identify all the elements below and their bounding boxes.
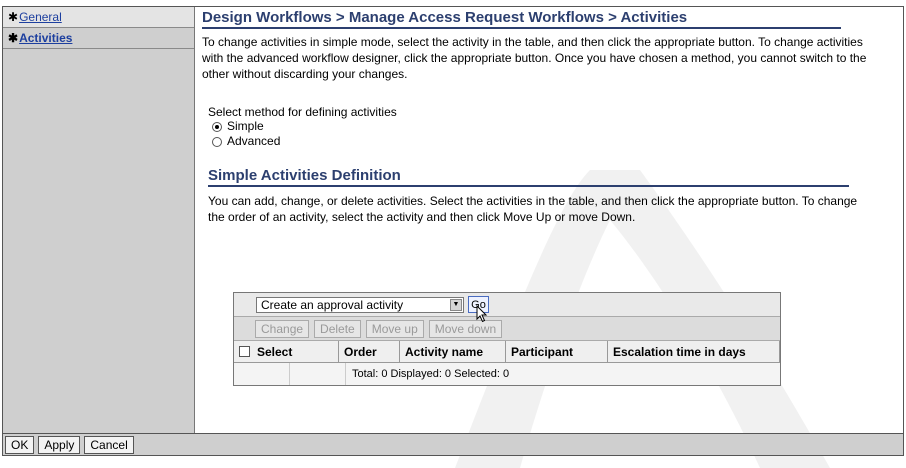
sidebar-item-general[interactable]: ✱General — [3, 7, 194, 28]
table-footer-status: Total: 0 Displayed: 0 Selected: 0 — [352, 368, 510, 380]
section-description: You can add, change, or delete activitie… — [208, 194, 858, 224]
column-order[interactable]: Order — [339, 341, 400, 362]
mouse-cursor-icon — [476, 305, 488, 323]
table-action-row: Create an approval activity ▼ Go — [234, 293, 780, 323]
column-escalation-time[interactable]: Escalation time in days — [608, 341, 780, 362]
sidebar: ✱General ✱Activities — [3, 7, 195, 433]
radio-advanced-label: Advanced — [227, 134, 281, 148]
radio-advanced[interactable] — [212, 136, 222, 147]
main-frame: ✱General ✱Activities Design Workflows > … — [2, 6, 904, 434]
radio-advanced-row[interactable]: Advanced — [212, 134, 902, 149]
section-title: Simple Activities Definition — [208, 167, 849, 187]
column-activity-name[interactable]: Activity name — [400, 341, 506, 362]
page-title: Design Workflows > Manage Access Request… — [202, 9, 841, 29]
page-description: To change activities in simple mode, sel… — [202, 35, 867, 81]
footer-cell — [290, 363, 346, 385]
delete-button[interactable]: Delete — [314, 319, 361, 338]
sidebar-item-general-link[interactable]: General — [19, 10, 62, 24]
action-select[interactable]: Create an approval activity ▼ — [256, 296, 464, 313]
radio-simple[interactable] — [212, 121, 222, 132]
method-label: Select method for defining activities — [208, 105, 397, 119]
activities-table: Create an approval activity ▼ Go Change … — [233, 292, 781, 386]
bullet-icon: ✱ — [8, 10, 19, 24]
cancel-button[interactable]: Cancel — [84, 435, 134, 454]
change-button[interactable]: Change — [255, 319, 310, 338]
column-select-label: Select — [257, 344, 293, 359]
dropdown-arrow-icon[interactable]: ▼ — [450, 298, 462, 311]
bullet-icon: ✱ — [8, 31, 19, 45]
footer-cell — [234, 363, 290, 385]
bottom-button-bar: OK Apply Cancel — [2, 434, 904, 456]
table-button-row: Change Delete Move up Move down — [234, 317, 780, 341]
radio-simple-row[interactable]: Simple — [212, 119, 902, 134]
column-participant[interactable]: Participant — [506, 341, 608, 362]
ok-button[interactable]: OK — [5, 435, 35, 454]
sidebar-item-activities-link[interactable]: Activities — [19, 31, 72, 45]
content-area: Design Workflows > Manage Access Request… — [202, 7, 902, 225]
select-all-checkbox[interactable] — [239, 346, 250, 357]
column-select[interactable]: Select — [234, 341, 339, 362]
move-down-button[interactable]: Move down — [428, 319, 503, 338]
radio-simple-label: Simple — [227, 119, 264, 133]
move-up-button[interactable]: Move up — [365, 319, 424, 338]
table-header-row: Select Order Activity name Participant E… — [234, 341, 780, 363]
action-select-value: Create an approval activity — [261, 297, 404, 312]
go-button[interactable]: Go — [468, 296, 489, 323]
table-footer-row: Total: 0 Displayed: 0 Selected: 0 — [234, 363, 780, 385]
sidebar-item-activities[interactable]: ✱Activities — [3, 28, 194, 49]
apply-button[interactable]: Apply — [38, 435, 81, 454]
